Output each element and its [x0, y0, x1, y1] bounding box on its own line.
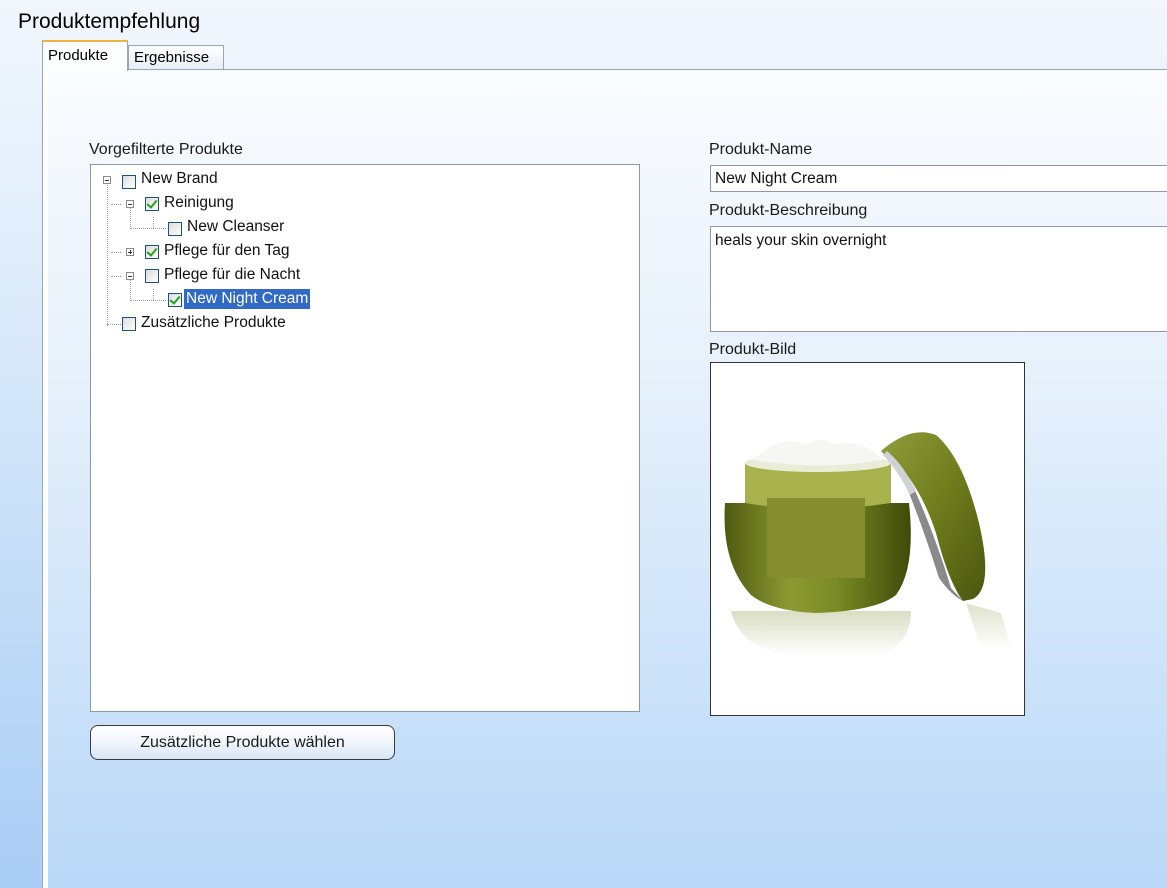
tree-node-pflege-nacht[interactable]: Pflege für die Nacht [162, 265, 302, 285]
tree-node-zusaetzliche-produkte[interactable]: Zusätzliche Produkte [139, 313, 288, 333]
product-description-label: Produkt-Beschreibung [709, 202, 868, 219]
tab-produkte[interactable]: Produkte [42, 40, 128, 71]
checkbox-icon[interactable] [168, 222, 182, 236]
window-title: Produktempfehlung [18, 10, 201, 33]
product-image [710, 362, 1025, 716]
tree-connector [130, 228, 166, 229]
tree-connector [130, 279, 131, 301]
tree-label: Vorgefilterte Produkte [89, 141, 243, 158]
tree-node-reinigung[interactable]: Reinigung [162, 193, 236, 213]
product-name-label: Produkt-Name [709, 141, 813, 158]
tree-connector [153, 217, 154, 228]
tree-node-new-night-cream[interactable]: New Night Cream [184, 289, 311, 309]
product-description-field[interactable]: heals your skin overnight [710, 226, 1167, 332]
tree-connector [111, 204, 121, 205]
tree-connector [107, 324, 121, 325]
product-name-field[interactable]: New Night Cream [710, 165, 1167, 192]
minus-expander-icon[interactable] [126, 272, 134, 280]
tree-node-pflege-tag[interactable]: Pflege für den Tag [162, 241, 292, 261]
checkbox-icon[interactable] [145, 269, 159, 283]
tree-connector [153, 289, 154, 300]
minus-expander-icon[interactable] [103, 176, 111, 184]
tree-connector [111, 252, 121, 253]
checkbox-icon[interactable] [145, 245, 159, 259]
checkbox-icon[interactable] [145, 197, 159, 211]
plus-expander-icon[interactable] [126, 248, 134, 256]
product-tree[interactable]: New Brand Reinigung New Cleanser Pflege … [90, 164, 640, 712]
tree-connector [111, 276, 121, 277]
product-image-label: Produkt-Bild [709, 341, 797, 358]
checkbox-icon[interactable] [168, 293, 182, 307]
checkbox-icon[interactable] [122, 317, 136, 331]
additional-products-button[interactable]: Zusätzliche Produkte wählen [90, 725, 395, 760]
minus-expander-icon[interactable] [126, 200, 134, 208]
tree-connector [107, 182, 108, 326]
tree-connector [130, 300, 166, 301]
tab-ergebnisse[interactable]: Ergebnisse [128, 45, 224, 69]
cream-jar-image [724, 432, 1011, 655]
checkbox-icon[interactable] [122, 175, 136, 189]
tree-node-new-cleanser[interactable]: New Cleanser [185, 217, 286, 237]
tree-connector [130, 207, 131, 229]
tree-node-new-brand[interactable]: New Brand [139, 169, 220, 189]
